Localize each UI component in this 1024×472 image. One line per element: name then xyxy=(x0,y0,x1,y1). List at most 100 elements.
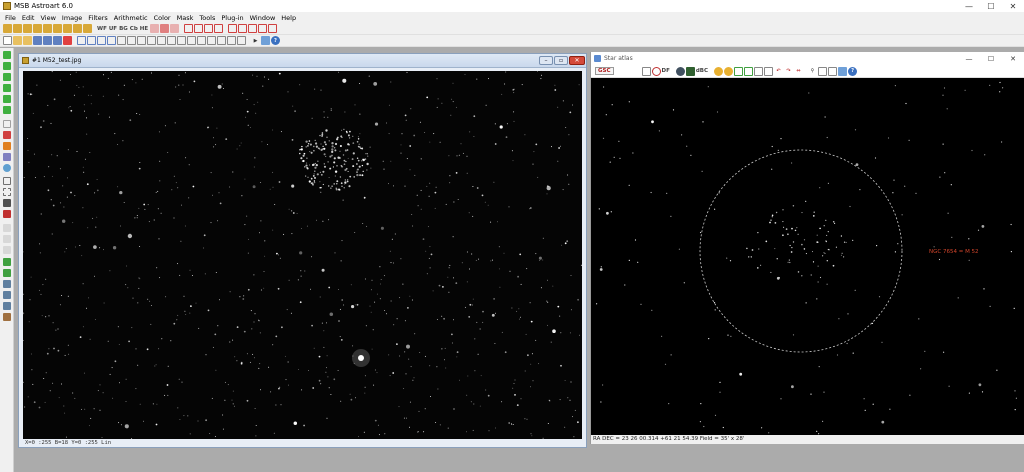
geometry-icon-5[interactable] xyxy=(228,24,238,33)
menu-filters[interactable]: Filters xyxy=(88,14,107,22)
triangle-tool-icon[interactable] xyxy=(3,258,11,266)
help-icon[interactable]: ? xyxy=(271,36,280,45)
geometry-icon-3[interactable] xyxy=(204,24,214,33)
image-icon-6[interactable] xyxy=(53,24,62,33)
filter-icon-1[interactable] xyxy=(150,24,160,33)
image-icon-4[interactable] xyxy=(33,24,42,33)
geometry-icon-4[interactable] xyxy=(214,24,224,33)
script-icon[interactable] xyxy=(261,36,270,45)
bg-button[interactable]: BG xyxy=(119,26,128,32)
filter-icon-3[interactable] xyxy=(170,24,180,33)
new-image-icon[interactable] xyxy=(3,24,12,33)
tool-icon-4[interactable] xyxy=(3,84,11,92)
image-close-button[interactable]: ✕ xyxy=(569,56,585,65)
tool-icon-2[interactable] xyxy=(3,62,11,70)
tool-icon-3[interactable] xyxy=(3,73,11,81)
frame-icon-2[interactable] xyxy=(127,36,136,45)
image-icon-3[interactable] xyxy=(23,24,32,33)
geometry-icon-2[interactable] xyxy=(194,24,204,33)
he-button[interactable]: HE xyxy=(140,26,148,32)
atlas-grid-icon[interactable] xyxy=(744,66,754,76)
open-folder-icon[interactable] xyxy=(13,36,22,45)
target-icon[interactable] xyxy=(237,36,246,45)
gsc-catalog-button[interactable]: GSC xyxy=(595,67,614,75)
zoom-in-icon[interactable] xyxy=(197,36,206,45)
text-tool-icon[interactable] xyxy=(3,199,11,207)
save-icon[interactable] xyxy=(33,36,42,45)
maximize-button[interactable]: ☐ xyxy=(980,0,1002,12)
rect-tool-icon[interactable] xyxy=(3,188,11,196)
star-atlas-titlebar[interactable]: Star atlas — ☐ ✕ xyxy=(591,52,1024,65)
open-recent-icon[interactable] xyxy=(23,36,32,45)
star-atlas-window[interactable]: Star atlas — ☐ ✕ GSC DF dBC ↶ ↷ ⇔ ⚲ ? NG… xyxy=(590,52,1024,444)
uf-button[interactable]: UF xyxy=(109,26,117,32)
histogram-tool-icon[interactable] xyxy=(3,291,11,299)
star-atlas-canvas[interactable]: NGC 7654 = M 52 xyxy=(591,78,1024,435)
image-minimize-button[interactable]: – xyxy=(539,56,553,65)
image-restore-button[interactable]: ▫ xyxy=(554,56,568,65)
atlas-pointer-icon[interactable] xyxy=(641,66,651,76)
atlas-dbc-button[interactable]: dBC xyxy=(696,68,708,74)
atlas-flip-icon[interactable]: ⇔ xyxy=(794,67,803,76)
menu-help[interactable]: Help xyxy=(281,14,296,22)
image-window[interactable]: #1 M52_test.jpg – ▫ ✕ X=0 :255 B=18 Y=0 … xyxy=(18,53,587,448)
atlas-target-icon[interactable] xyxy=(651,66,661,76)
frame-icon-1[interactable] xyxy=(117,36,126,45)
frame-icon-7[interactable] xyxy=(177,36,186,45)
menu-image[interactable]: Image xyxy=(62,14,82,22)
curve-tool-icon[interactable] xyxy=(3,302,11,310)
tool-icon-6[interactable] xyxy=(3,106,11,114)
duplicate-icon[interactable] xyxy=(107,36,116,45)
atlas-telescope-icon[interactable] xyxy=(685,66,695,76)
atlas-fov-icon[interactable] xyxy=(734,66,744,76)
image-icon-2[interactable] xyxy=(13,24,22,33)
minimize-button[interactable]: — xyxy=(958,0,980,12)
star-field-image[interactable] xyxy=(23,71,582,439)
atlas-star-icon[interactable] xyxy=(675,66,685,76)
atlas-sun-icon[interactable] xyxy=(714,66,724,76)
pencil-tool-icon[interactable] xyxy=(3,131,11,139)
geometry-icon-9[interactable] xyxy=(268,24,278,33)
menu-color[interactable]: Color xyxy=(154,14,171,22)
star-tool-icon[interactable] xyxy=(3,210,11,218)
new-file-icon[interactable] xyxy=(3,36,12,45)
menu-tools[interactable]: Tools xyxy=(199,14,215,22)
menu-view[interactable]: View xyxy=(40,14,55,22)
play-icon[interactable]: ▶ xyxy=(251,36,260,45)
select-tool-icon[interactable] xyxy=(3,177,11,185)
copy-icon[interactable] xyxy=(87,36,96,45)
atlas-df-button[interactable]: DF xyxy=(662,68,670,74)
atlas-zoom-in-icon[interactable] xyxy=(754,66,764,76)
frame-icon-8[interactable] xyxy=(187,36,196,45)
filter-icon-2[interactable] xyxy=(160,24,170,33)
atlas-maximize-button[interactable]: ☐ xyxy=(980,55,1002,63)
atlas-minimize-button[interactable]: — xyxy=(958,55,980,63)
save-as-icon[interactable] xyxy=(43,36,52,45)
frame-icon-3[interactable] xyxy=(137,36,146,45)
atlas-moon-icon[interactable] xyxy=(724,66,734,76)
atlas-chart-icon[interactable] xyxy=(818,66,828,76)
frame-icon-5[interactable] xyxy=(157,36,166,45)
menu-arithmetic[interactable]: Arithmetic xyxy=(114,14,148,22)
atlas-rotate-left-icon[interactable]: ↶ xyxy=(774,67,783,76)
atlas-close-button[interactable]: ✕ xyxy=(1002,55,1024,63)
zoom-out-icon[interactable] xyxy=(207,36,216,45)
geometry-icon-7[interactable] xyxy=(248,24,258,33)
geometry-icon-1[interactable] xyxy=(184,24,194,33)
cursor-tool-icon[interactable] xyxy=(3,120,11,128)
measure-tool-icon[interactable] xyxy=(3,153,11,161)
star-atlas-chart[interactable]: NGC 7654 = M 52 xyxy=(591,78,1024,435)
image-canvas[interactable] xyxy=(23,71,582,439)
mountain-tool-icon[interactable] xyxy=(3,269,11,277)
stack-tool-icon[interactable] xyxy=(3,313,11,321)
brush-tool-icon[interactable] xyxy=(3,142,11,150)
zoom-tool-icon[interactable] xyxy=(3,164,11,172)
atlas-rotate-right-icon[interactable]: ↷ xyxy=(784,67,793,76)
close-button[interactable]: ✕ xyxy=(1002,0,1024,12)
menu-edit[interactable]: Edit xyxy=(22,14,35,22)
paste-icon[interactable] xyxy=(97,36,106,45)
atlas-export-icon[interactable] xyxy=(828,66,838,76)
cb-button[interactable]: Cb xyxy=(130,26,138,32)
print-icon[interactable] xyxy=(53,36,62,45)
tool-icon-5[interactable] xyxy=(3,95,11,103)
